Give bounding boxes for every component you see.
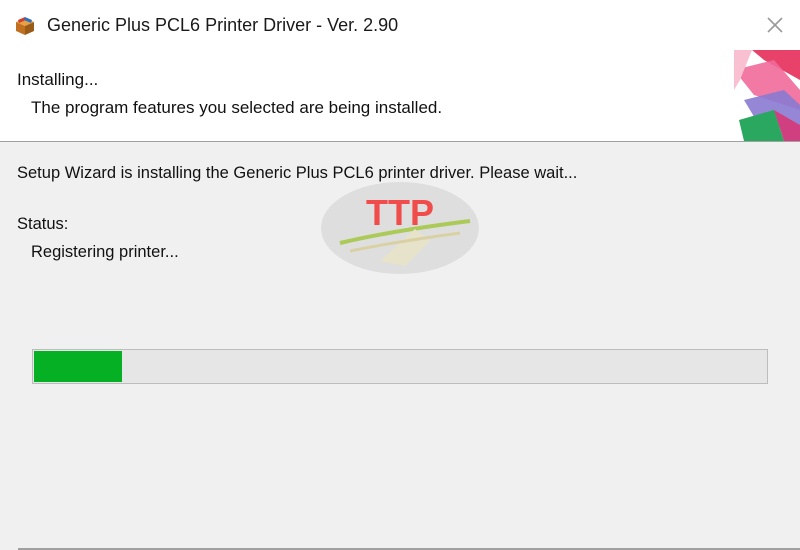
watermark-text: TTP (366, 192, 434, 233)
intro-text: Setup Wizard is installing the Generic P… (17, 164, 578, 182)
close-icon[interactable] (762, 12, 788, 38)
window-title: Generic Plus PCL6 Printer Driver - Ver. … (47, 15, 399, 35)
progress-fill (34, 351, 122, 382)
header-decoration-graphic (734, 50, 800, 141)
title-bar: Generic Plus PCL6 Printer Driver - Ver. … (0, 0, 800, 50)
status-label: Status: (17, 215, 69, 233)
ttp-watermark-logo: TTP (321, 182, 479, 274)
installer-box-icon (16, 17, 34, 35)
header-description: The program features you selected are be… (31, 98, 443, 117)
status-value: Registering printer... (31, 243, 179, 261)
install-progress-bar (32, 349, 768, 384)
header-title: Installing... (17, 70, 99, 89)
wizard-header: Installing... The program features you s… (0, 50, 800, 142)
